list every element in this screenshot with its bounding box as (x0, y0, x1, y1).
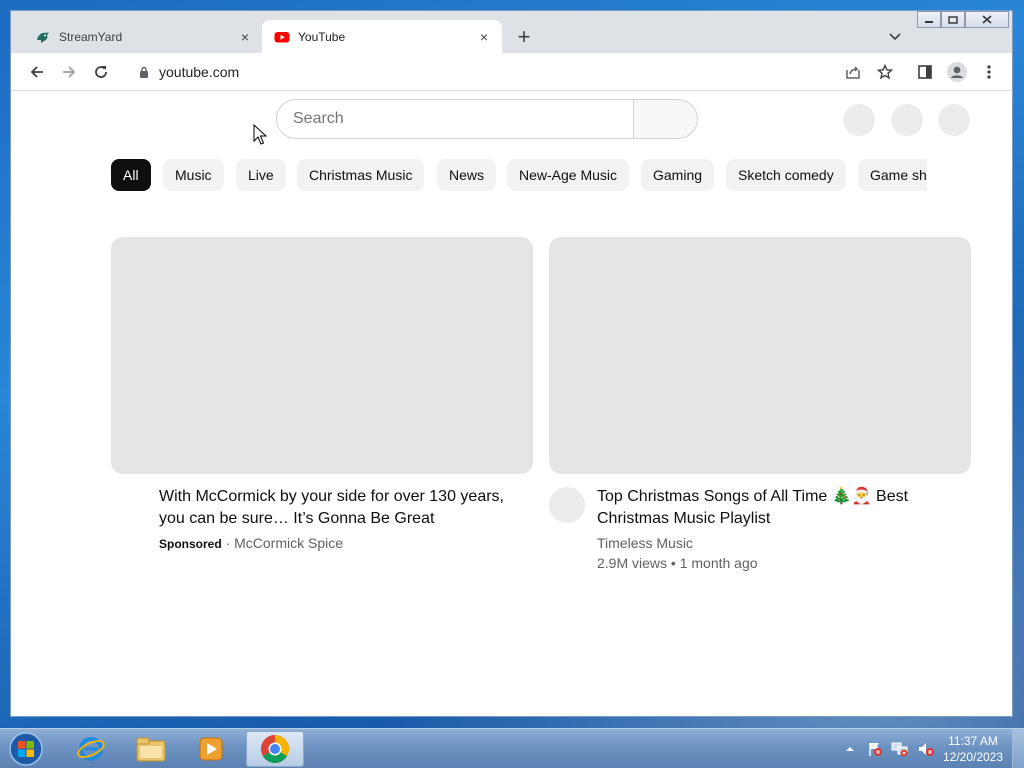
video-stats: 2.9M views • 1 month ago (597, 555, 758, 571)
file-explorer-icon (136, 737, 166, 762)
share-icon[interactable] (841, 60, 865, 84)
tab-streamyard[interactable]: StreamYard × (23, 20, 263, 53)
mouse-cursor-icon (253, 124, 267, 145)
account-avatar-placeholder[interactable] (938, 104, 970, 136)
show-hidden-icons-icon[interactable] (845, 745, 855, 753)
tab-title: StreamYard (59, 29, 123, 44)
search-placeholder: Search (293, 110, 344, 127)
close-window-button[interactable] (965, 11, 1009, 28)
media-player-icon (199, 737, 223, 761)
address-text: youtube.com (159, 64, 240, 80)
window-controls (917, 11, 1009, 28)
side-panel-icon[interactable] (913, 60, 937, 84)
forward-arrow-icon[interactable] (57, 60, 81, 84)
channel-name[interactable]: Timeless Music (597, 533, 693, 553)
chip-live[interactable]: Live (236, 159, 286, 191)
chip-christmas-music[interactable]: Christmas Music (297, 159, 425, 191)
chrome-icon (261, 735, 289, 763)
youtube-logo-icon (274, 31, 290, 42)
chrome-window: StreamYard × YouTube × + youtube.com Sea… (10, 10, 1013, 717)
action-center-flag-icon[interactable] (867, 741, 883, 757)
chip-new-age-music[interactable]: New-Age Music (507, 159, 630, 191)
meta-separator: · (225, 535, 231, 551)
video-meta: Sponsored · McCormick Spice (159, 533, 343, 554)
video-thumbnail[interactable] (111, 237, 533, 474)
network-icon[interactable] (891, 741, 909, 757)
start-orb-icon[interactable] (6, 730, 46, 768)
windows-taskbar: 11:37 AM 12/20/2023 (0, 728, 1024, 768)
show-desktop-button[interactable] (1012, 729, 1024, 768)
tab-strip: StreamYard × YouTube × + (11, 11, 1012, 53)
notifications-icon-placeholder[interactable] (891, 104, 923, 136)
channel-avatar[interactable] (549, 487, 585, 523)
volume-muted-icon[interactable] (917, 741, 935, 757)
maximize-button[interactable] (941, 11, 965, 28)
address-bar[interactable]: youtube.com (129, 57, 835, 87)
chip-news[interactable]: News (437, 159, 497, 191)
back-arrow-icon[interactable] (25, 60, 49, 84)
clock-date: 12/20/2023 (942, 750, 1004, 764)
tab-close-icon[interactable]: × (476, 29, 492, 45)
tab-close-icon[interactable]: × (237, 29, 253, 45)
chip-gaming[interactable]: Gaming (641, 159, 715, 191)
search-input[interactable]: Search (276, 99, 634, 139)
create-icon-placeholder[interactable] (843, 104, 875, 136)
youtube-page: Search All Music Live Christmas Music Ne… (11, 91, 1012, 716)
chip-game-shows[interactable]: Game shows (858, 159, 927, 191)
sponsored-badge: Sponsored (159, 537, 222, 551)
bookmark-star-icon[interactable] (873, 60, 897, 84)
tab-search-chevron-icon[interactable] (883, 25, 907, 49)
channel-name[interactable]: McCormick Spice (234, 535, 343, 551)
tab-title: YouTube (298, 29, 346, 44)
reload-icon[interactable] (89, 60, 113, 84)
filter-chip-bar: All Music Live Christmas Music News New-… (111, 159, 927, 191)
profile-avatar-icon[interactable] (945, 60, 969, 84)
browser-toolbar: youtube.com (11, 53, 1012, 91)
lock-icon (140, 66, 148, 78)
internet-explorer-button[interactable] (62, 731, 120, 767)
more-menu-icon[interactable] (977, 60, 1001, 84)
media-player-button[interactable] (182, 731, 240, 767)
chip-all[interactable]: All (111, 159, 151, 191)
clock-time: 11:37 AM (948, 734, 998, 748)
minimize-button[interactable] (917, 11, 941, 28)
video-title[interactable]: With McCormick by your side for over 130… (159, 486, 519, 530)
chip-music[interactable]: Music (163, 159, 224, 191)
video-title[interactable]: Top Christmas Songs of All Time 🎄🎅 Best … (597, 486, 957, 530)
streamyard-logo-icon (37, 31, 49, 43)
file-explorer-button[interactable] (122, 731, 180, 767)
chrome-taskbar-button[interactable] (246, 731, 304, 767)
video-thumbnail[interactable] (549, 237, 971, 474)
tab-youtube[interactable]: YouTube × (262, 20, 502, 53)
search-button[interactable] (634, 99, 698, 139)
chip-sketch-comedy[interactable]: Sketch comedy (726, 159, 846, 191)
system-tray (845, 729, 935, 768)
internet-explorer-icon (77, 737, 105, 761)
taskbar-clock[interactable]: 11:37 AM 12/20/2023 (936, 733, 1010, 765)
new-tab-button[interactable]: + (512, 24, 536, 49)
